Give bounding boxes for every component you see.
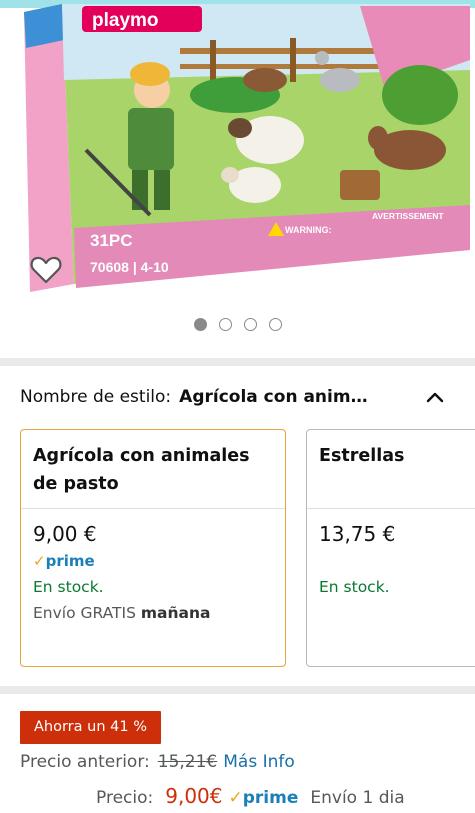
current-price: 9,00€ <box>165 784 223 808</box>
chevron-up-icon[interactable] <box>424 386 446 408</box>
model-text: 70608 | 4-10 <box>90 259 169 275</box>
card-separator <box>307 508 475 509</box>
stock-status: En stock. <box>33 578 104 596</box>
variation-title: Agrícola con animales de pasto <box>33 446 250 494</box>
price-label: Precio: <box>96 788 154 808</box>
previous-price: 15,21€ <box>157 752 218 772</box>
product-page: playmo 31PC 70608 | 4-10 WARNING: AVERTI… <box>0 0 475 813</box>
carousel-dot[interactable] <box>243 318 257 331</box>
style-selector-row[interactable]: Nombre de estilo: Agrícola con anim… <box>20 380 460 414</box>
stock-status: En stock. <box>319 578 390 596</box>
card-separator <box>21 508 285 509</box>
style-label: Nombre de estilo: <box>20 387 172 407</box>
more-info-link[interactable]: Más Info <box>223 752 295 772</box>
carousel-dots <box>0 318 475 331</box>
shipping-days: Envío 1 dia <box>310 788 405 808</box>
prime-text: prime <box>45 552 95 570</box>
previous-price-row: Precio anterior: 15,21€ Más Info <box>20 752 295 772</box>
prime-check-icon: ✓ <box>33 552 46 570</box>
carousel-dot[interactable] <box>193 318 207 331</box>
pieces-text: 31PC <box>90 231 133 250</box>
product-image[interactable]: playmo 31PC 70608 | 4-10 WARNING: AVERTI… <box>0 0 475 300</box>
prime-badge: ✓prime <box>33 552 95 570</box>
prime-badge: ✓prime <box>229 788 299 808</box>
variation-price: 9,00 € <box>33 522 97 546</box>
warning-text: WARNING: <box>285 225 332 235</box>
wishlist-heart-icon[interactable] <box>28 252 64 288</box>
prime-check-icon: ✓ <box>228 788 243 808</box>
variation-price: 13,75 € <box>319 522 396 546</box>
variation-title: Estrellas <box>319 446 405 466</box>
deal-badge: Ahorra un 41 % <box>20 711 161 744</box>
current-price-row: Precio: 9,00€ ✓prime Envío 1 dia <box>96 784 405 808</box>
brand-logo-text: playmo <box>92 10 159 31</box>
carousel-dot[interactable] <box>218 318 232 331</box>
style-value: Agrícola con anim… <box>179 387 368 407</box>
shipping-prefix: Envío GRATIS <box>33 604 136 622</box>
shipping-info: Envío GRATIS mañana <box>33 604 210 622</box>
product-image-artwork: playmo 31PC 70608 | 4-10 WARNING: AVERTI… <box>0 0 475 292</box>
carousel-dot[interactable] <box>268 318 282 331</box>
section-divider <box>0 358 475 366</box>
variation-card[interactable]: Estrellas 13,75 € En stock. <box>306 429 475 667</box>
prime-text: prime <box>242 788 299 808</box>
avertissement-text: AVERTISSEMENT <box>372 211 444 221</box>
variation-card-selected[interactable]: Agrícola con animales de pasto 9,00 € ✓p… <box>20 429 286 667</box>
section-divider <box>0 686 475 694</box>
previous-price-label: Precio anterior: <box>20 752 150 772</box>
shipping-day: mañana <box>140 604 211 622</box>
